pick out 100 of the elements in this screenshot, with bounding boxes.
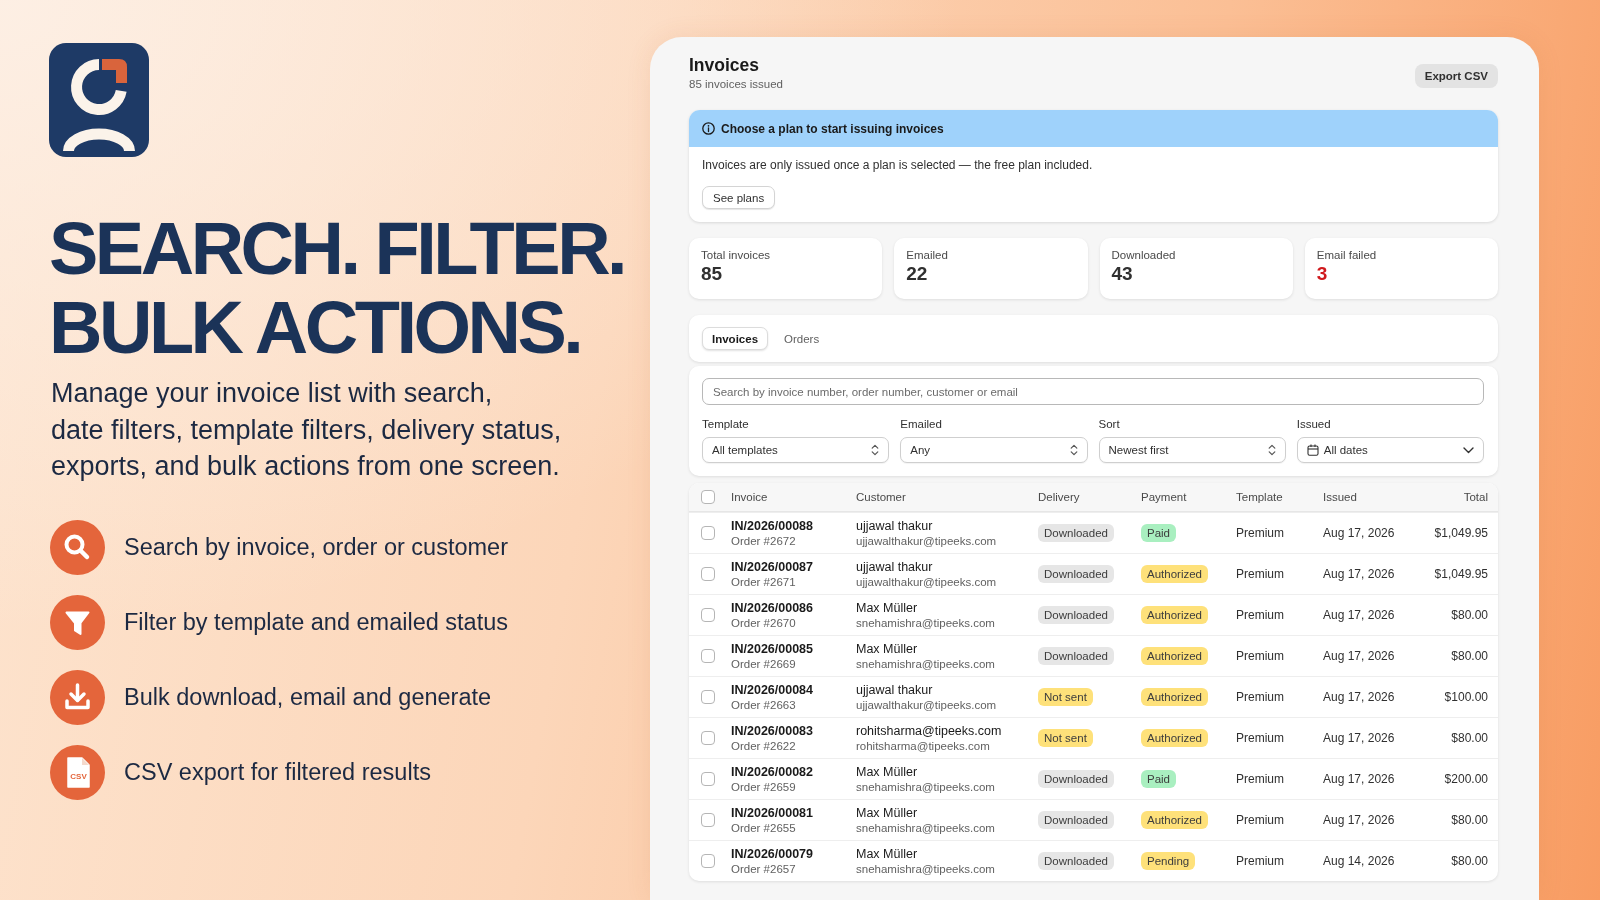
up-down-chevron-icon	[1267, 444, 1276, 456]
stat-value: 22	[906, 263, 928, 285]
up-down-chevron-icon	[871, 444, 880, 456]
logo-icon	[49, 43, 149, 157]
delivery-status-badge: Not sent	[1038, 729, 1093, 747]
invoice-number[interactable]: IN/2026/00084	[731, 681, 813, 698]
select-field[interactable]: Newest first	[1098, 437, 1286, 463]
export-csv-button[interactable]: Export CSV	[1414, 64, 1498, 88]
stat-value: 85	[701, 263, 723, 285]
template-cell: Premium	[1236, 690, 1284, 704]
payment-status-badge: Paid	[1141, 770, 1177, 788]
invoice-number[interactable]: IN/2026/00086	[731, 599, 813, 616]
invoice-number[interactable]: IN/2026/00088	[731, 517, 813, 534]
checkbox[interactable]	[701, 854, 715, 868]
order-number: Order #2663	[731, 697, 796, 713]
column-header: Issued	[1323, 491, 1357, 503]
payment-status-badge: Authorized	[1141, 811, 1208, 829]
banner-title: Choose a plan to start issuing invoices	[721, 121, 944, 136]
chevron-down-icon	[1463, 446, 1474, 454]
issued-date-cell: Aug 17, 2026	[1323, 772, 1395, 786]
total-cell: $200.00	[1444, 772, 1488, 786]
order-number: Order #2672	[731, 533, 796, 549]
stat-label: Downloaded	[1111, 248, 1176, 263]
total-cell: $1,049.95	[1434, 526, 1488, 540]
customer-name: rohitsharma@tipeeks.com	[856, 722, 1002, 739]
template-cell: Premium	[1236, 567, 1284, 581]
total-cell: $80.00	[1451, 731, 1488, 745]
filter-label: Emailed	[900, 417, 942, 431]
select-field[interactable]: All templates	[702, 437, 890, 463]
delivery-status-badge: Downloaded	[1038, 606, 1114, 624]
filter-label: Sort	[1098, 417, 1120, 431]
payment-status-badge: Authorized	[1141, 688, 1208, 706]
filter-label: Issued	[1296, 417, 1331, 431]
delivery-status-badge: Downloaded	[1038, 565, 1114, 583]
payment-status-badge: Authorized	[1141, 729, 1208, 747]
feature-text: CSV export for filtered results	[124, 758, 431, 786]
delivery-status-badge: Downloaded	[1038, 770, 1114, 788]
checkbox[interactable]	[701, 608, 715, 622]
headline: SEARCH. FILTER. BULK ACTIONS.	[49, 209, 625, 367]
issued-date-cell: Aug 17, 2026	[1323, 690, 1395, 704]
order-number: Order #2671	[731, 574, 796, 590]
order-number: Order #2659	[731, 779, 796, 795]
delivery-status-badge: Downloaded	[1038, 647, 1114, 665]
column-header: Customer	[856, 491, 906, 503]
issued-date-cell: Aug 17, 2026	[1323, 526, 1395, 540]
checkbox[interactable]	[701, 649, 715, 663]
customer-name: Max Müller	[856, 640, 918, 657]
customer-name: Max Müller	[856, 804, 918, 821]
issued-date-cell: Aug 14, 2026	[1323, 854, 1395, 868]
invoice-number[interactable]: IN/2026/00087	[731, 558, 813, 575]
issued-date-cell: Aug 17, 2026	[1323, 813, 1395, 827]
checkbox[interactable]	[701, 526, 715, 540]
checkbox[interactable]	[701, 690, 715, 704]
feature-text: Bulk download, email and generate	[124, 683, 492, 711]
checkbox[interactable]	[701, 813, 715, 827]
invoice-number[interactable]: IN/2026/00079	[731, 845, 813, 862]
stat-label: Email failed	[1316, 248, 1377, 263]
download-icon	[50, 669, 105, 725]
order-number: Order #2655	[731, 820, 796, 836]
delivery-status-badge: Downloaded	[1038, 811, 1114, 829]
column-header: Invoice	[731, 491, 768, 503]
customer-email: snehamishra@tipeeks.com	[856, 656, 995, 672]
order-number: Order #2669	[731, 656, 796, 672]
up-down-chevron-icon	[1069, 444, 1078, 456]
search-icon	[50, 519, 105, 575]
total-cell: $80.00	[1451, 813, 1488, 827]
invoice-number[interactable]: IN/2026/00081	[731, 804, 813, 821]
customer-name: Max Müller	[856, 599, 918, 616]
select-field[interactable]: Any	[900, 437, 1088, 463]
customer-email: snehamishra@tipeeks.com	[856, 615, 995, 631]
column-header: Total	[1463, 491, 1488, 503]
payment-status-badge: Authorized	[1141, 565, 1208, 583]
issued-date-cell: Aug 17, 2026	[1323, 649, 1395, 663]
search-field[interactable]: Search by invoice number, order number, customer or email	[702, 378, 1484, 405]
description-text: Manage your invoice list with search, date filters, template filters, delivery status, exports, and bulk actions from one screen.	[51, 377, 562, 483]
customer-email: rohitsharma@tipeeks.com	[856, 738, 990, 754]
template-cell: Premium	[1236, 649, 1284, 663]
csv-file-icon: CSV	[50, 744, 105, 800]
see-plans-button[interactable]: See plans	[702, 186, 776, 209]
page-title: Invoices	[689, 55, 761, 75]
customer-email: ujjawalthakur@tipeeks.com	[856, 533, 997, 549]
invoice-number[interactable]: IN/2026/00085	[731, 640, 813, 657]
payment-status-badge: Pending	[1141, 852, 1196, 870]
template-cell: Premium	[1236, 731, 1284, 745]
customer-name: ujjawal thakur	[856, 681, 933, 698]
checkbox[interactable]	[701, 772, 715, 786]
checkbox[interactable]	[701, 731, 715, 745]
total-cell: $1,049.95	[1434, 567, 1488, 581]
customer-email: snehamishra@tipeeks.com	[856, 861, 995, 877]
checkbox[interactable]	[701, 490, 715, 504]
select-field[interactable]: All dates	[1296, 437, 1484, 463]
payment-status-badge: Authorized	[1141, 606, 1208, 624]
invoice-number[interactable]: IN/2026/00082	[731, 763, 813, 780]
tab[interactable]: Invoices	[702, 327, 769, 350]
tab[interactable]: Orders	[774, 327, 830, 350]
checkbox[interactable]	[701, 567, 715, 581]
template-cell: Premium	[1236, 813, 1284, 827]
invoice-number[interactable]: IN/2026/00083	[731, 722, 813, 739]
customer-email: ujjawalthakur@tipeeks.com	[856, 574, 997, 590]
total-cell: $100.00	[1444, 690, 1488, 704]
